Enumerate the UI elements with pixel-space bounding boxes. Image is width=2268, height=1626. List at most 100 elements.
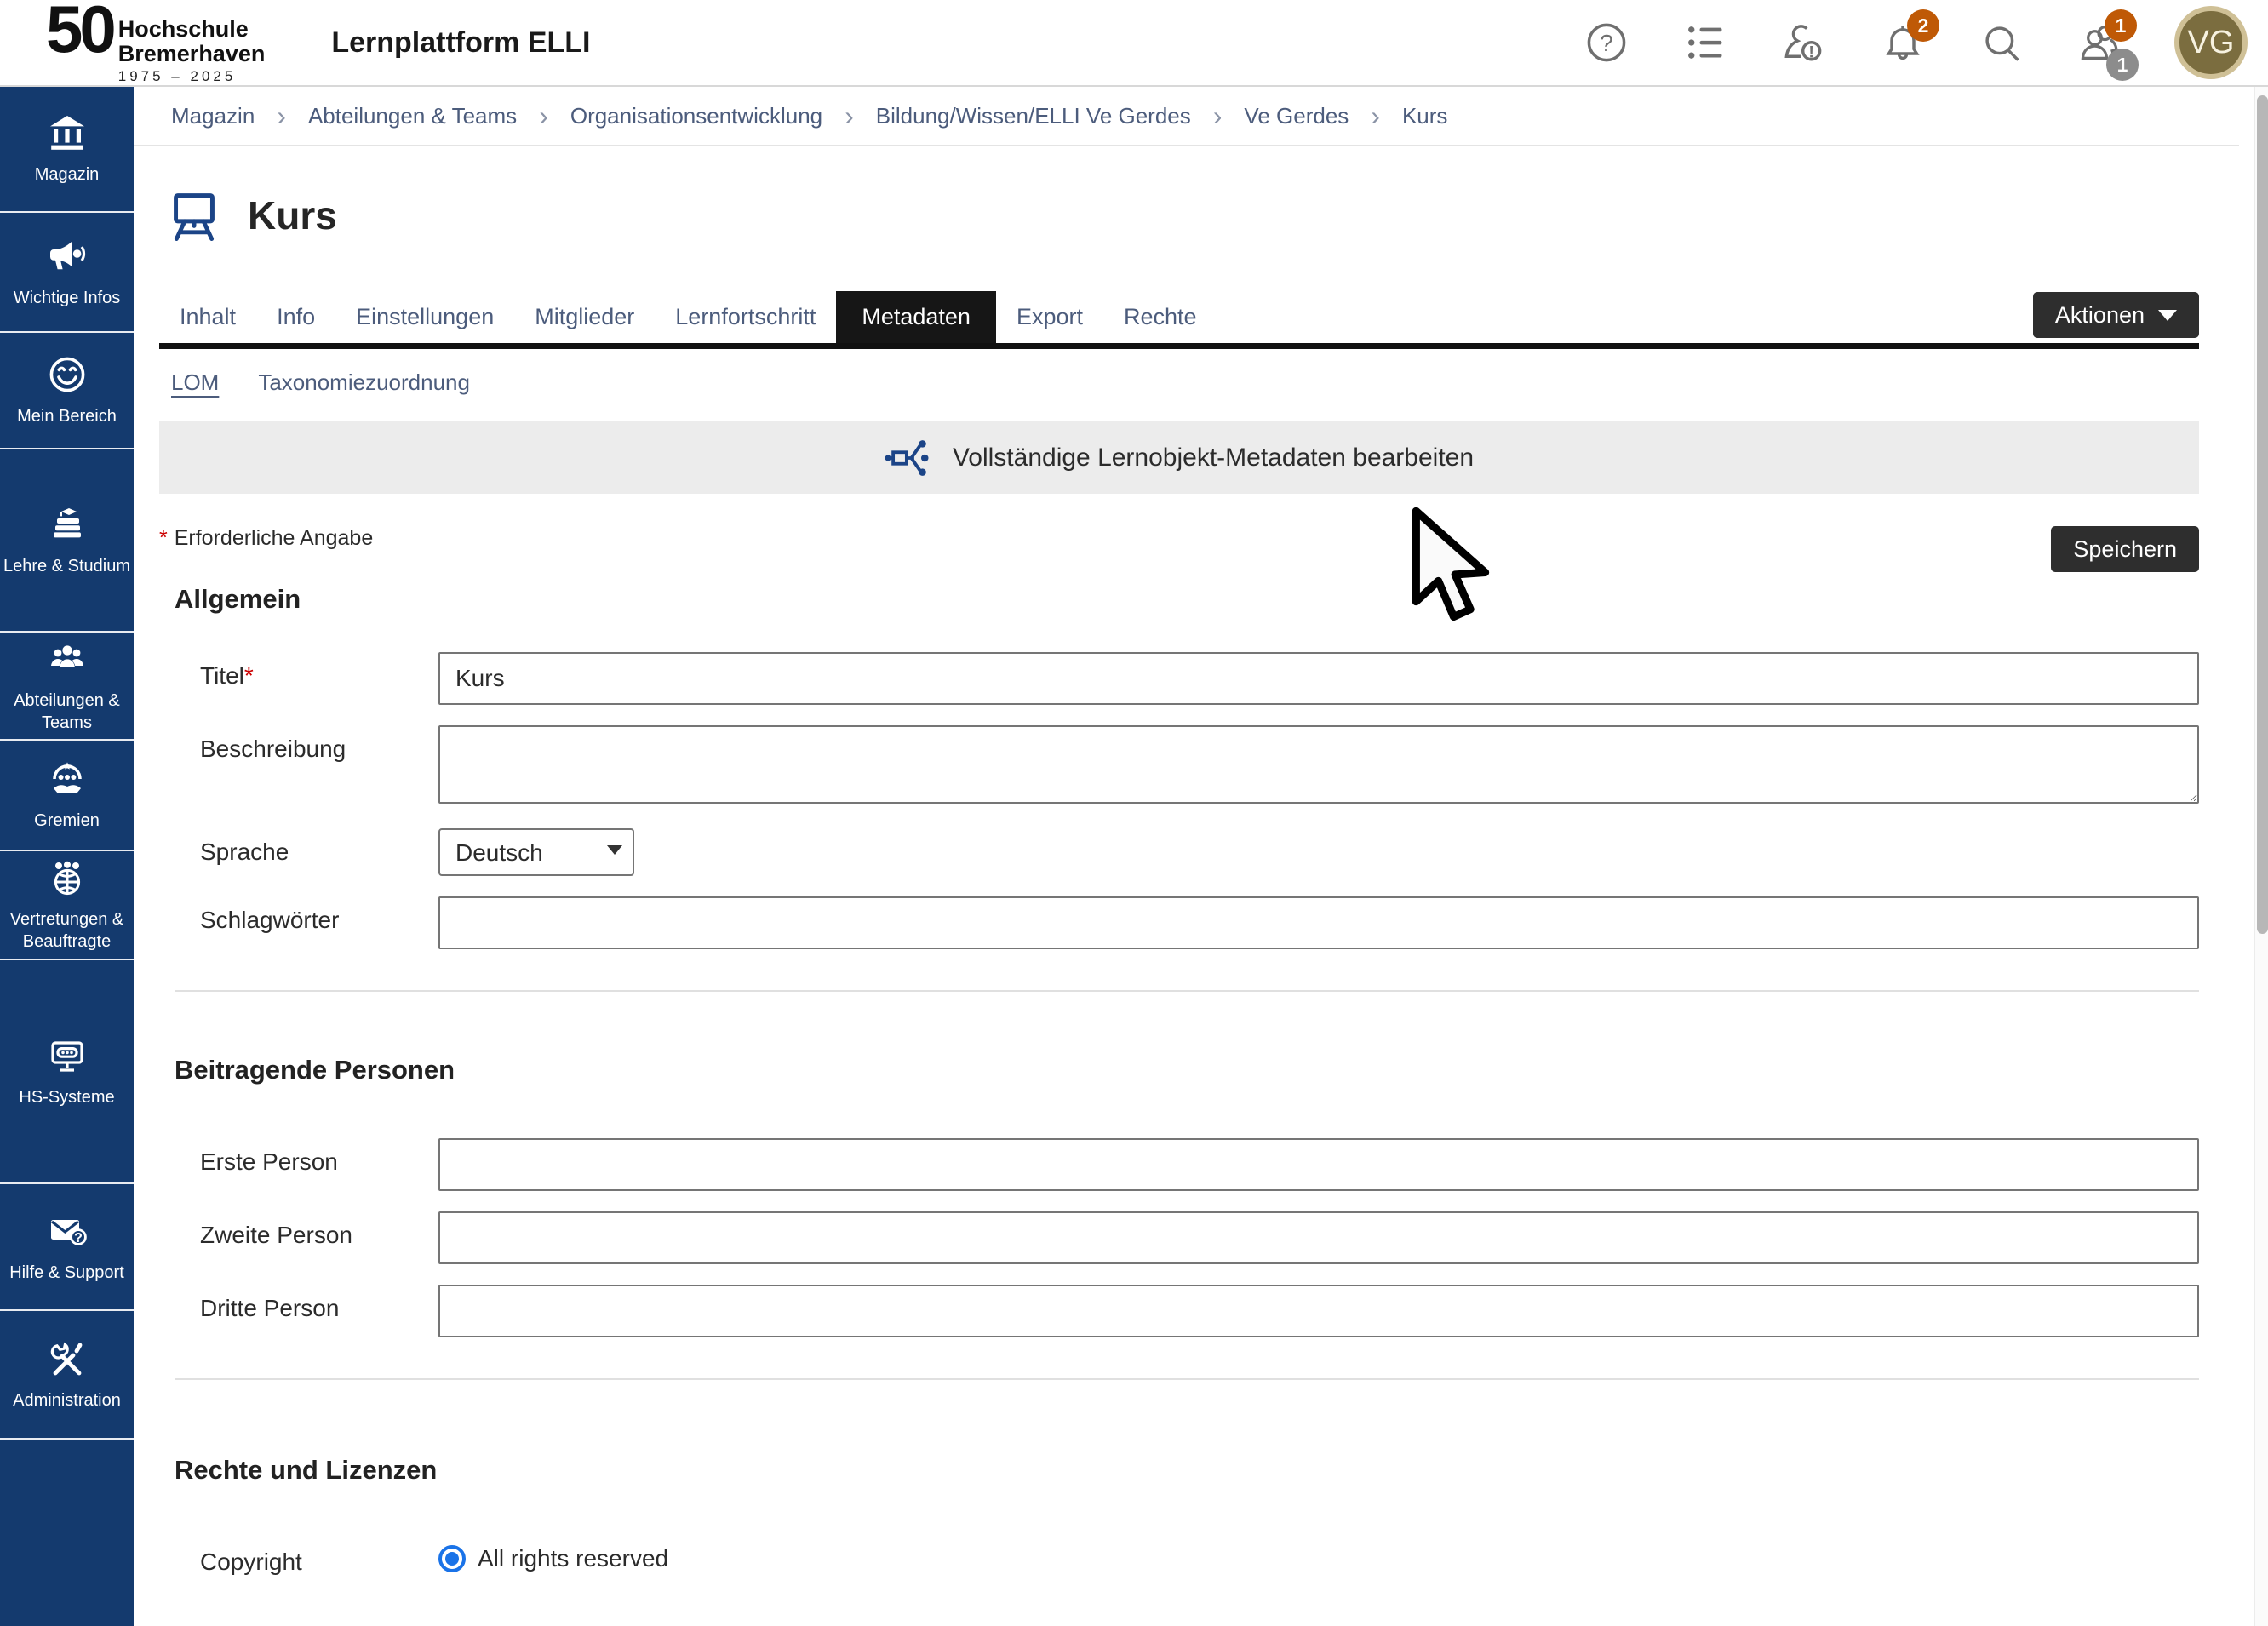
banner-label: Vollständige Lernobjekt-Metadaten bearbe… [953,444,1474,472]
top-header: 50 Hochschule Bremerhaven 1975 – 2025 Le… [0,0,2268,87]
titel-label: Titel* [200,652,438,690]
breadcrumb-abteilungen[interactable]: Abteilungen & Teams [308,103,517,129]
sidebar-item-mein-bereich[interactable]: Mein Bereich [0,333,134,449]
sidebar-item-administration[interactable]: Administration [0,1311,134,1440]
zweite-person-label: Zweite Person [200,1211,438,1249]
breadcrumb-bildung-wissen[interactable]: Bildung/Wissen/ELLI Ve Gerdes [876,103,1191,129]
chevron-right-icon: › [1213,100,1223,132]
sidebar-item-hilfe-support[interactable]: ? Hilfe & Support [0,1184,134,1311]
breadcrumb-ve-gerdes[interactable]: Ve Gerdes [1244,103,1349,129]
field-row-zweite-person: Zweite Person [159,1211,2199,1264]
required-hint: *Erforderliche Angabe [159,526,373,551]
logo-years: 1975 – 2025 [118,68,266,85]
globe-people-icon [47,857,88,898]
svg-text:!: ! [1808,43,1814,61]
section-divider [175,1378,2199,1380]
required-save-row: *Erforderliche Angabe Speichern [159,526,2199,572]
actions-button[interactable]: Aktionen [2033,292,2199,338]
tab-einstellungen[interactable]: Einstellungen [335,291,514,343]
subtab-taxonomiezuordnung[interactable]: Taxonomiezuordnung [258,369,470,396]
contacts-badge-top: 1 [2105,9,2137,42]
sidebar-item-magazin[interactable]: Magazin [0,87,134,213]
chevron-down-icon [2158,310,2177,321]
tab-export[interactable]: Export [996,291,1103,343]
beschreibung-textarea[interactable] [438,725,2199,804]
bell-icon[interactable]: 2 [1878,18,1927,67]
logo-line1: Hochschule [118,17,266,41]
books-icon [47,504,88,545]
tab-rechte[interactable]: Rechte [1103,291,1217,343]
breadcrumb-organisationsentwicklung[interactable]: Organisationsentwicklung [570,103,822,129]
metadata-form: Titel* Beschreibung Sprache Deutsch [159,652,2199,1576]
field-row-erste-person: Erste Person [159,1138,2199,1191]
help-icon[interactable]: ? [1582,18,1631,67]
user-alert-icon[interactable]: ! [1779,18,1829,67]
tab-metadaten[interactable]: Metadaten [836,291,996,343]
zweite-person-input[interactable] [438,1211,2199,1264]
tab-mitglieder[interactable]: Mitglieder [514,291,655,343]
copyright-radio[interactable] [438,1545,466,1572]
erste-person-input[interactable] [438,1138,2199,1191]
field-row-copyright: Copyright All rights reserved [159,1538,2199,1576]
section-heading-beitragende: Beitragende Personen [175,1055,2199,1085]
sidebar-item-vertretungen[interactable]: Vertretungen & Beauftragte [0,851,134,960]
breadcrumb-kurs[interactable]: Kurs [1402,103,1447,129]
chevron-right-icon: › [845,100,854,132]
monitor-icon [47,1035,88,1076]
save-button[interactable]: Speichern [2051,526,2199,572]
menu-list-icon[interactable] [1681,18,1730,67]
app-title: Lernplattform ELLI [331,26,590,60]
svg-text:?: ? [74,1231,83,1245]
sidebar-item-wichtige-infos[interactable]: Wichtige Infos [0,213,134,333]
sprache-select[interactable]: Deutsch [438,828,634,876]
field-row-sprache: Sprache Deutsch [159,828,2199,876]
required-asterisk: * [159,526,168,550]
scrollbar-thumb[interactable] [2257,95,2268,934]
schlagwoerter-input[interactable] [438,896,2199,949]
avatar[interactable]: VG [2174,6,2248,79]
tab-bar: Inhalt Info Einstellungen Mitglieder Ler… [159,291,2199,349]
search-icon[interactable] [1977,18,2026,67]
section-heading-allgemein: Allgemein [175,584,2199,615]
copyright-label: Copyright [200,1538,438,1576]
subtab-lom[interactable]: LOM [171,369,219,396]
smiley-icon [47,354,88,395]
required-asterisk: * [244,662,254,689]
header-toolbar: ? ! 2 [1582,6,2268,79]
vertical-scrollbar[interactable] [2254,87,2268,1626]
sidebar-item-hs-systeme[interactable]: HS-Systeme [0,960,134,1184]
copyright-option-label: All rights reserved [478,1545,668,1572]
chevron-right-icon: › [277,100,286,132]
assembly-icon [47,759,88,799]
contacts-badge-bottom: 1 [2106,49,2139,81]
sidebar-item-abteilungen-teams[interactable]: Abteilungen & Teams [0,633,134,741]
svg-text:?: ? [1600,30,1613,56]
beschreibung-label: Beschreibung [200,725,438,763]
breadcrumb-magazin[interactable]: Magazin [171,103,255,129]
breadcrumb: Magazin › Abteilungen & Teams › Organisa… [134,87,2239,146]
schlagwoerter-label: Schlagwörter [200,896,438,934]
field-row-titel: Titel* [159,652,2199,705]
field-row-beschreibung: Beschreibung [159,725,2199,808]
field-row-schlagwoerter: Schlagwörter [159,896,2199,949]
titel-input[interactable] [438,652,2199,705]
main-sidebar: Magazin Wichtige Infos Mein Bereich Lehr… [0,87,134,1626]
university-logo[interactable]: 50 Hochschule Bremerhaven 1975 – 2025 [46,0,265,84]
section-heading-rechte: Rechte und Lizenzen [175,1455,2199,1486]
sidebar-item-lehre-studium[interactable]: Lehre & Studium [0,449,134,633]
share-nodes-icon [885,435,931,481]
tab-lernfortschritt[interactable]: Lernfortschritt [655,291,836,343]
subtab-bar: LOM Taxonomiezuordnung [171,369,2199,396]
contacts-icon[interactable]: 1 1 [2076,18,2125,67]
tab-inhalt[interactable]: Inhalt [159,291,256,343]
bank-icon [47,112,88,153]
edit-full-metadata-banner[interactable]: Vollständige Lernobjekt-Metadaten bearbe… [159,421,2199,494]
people-group-icon [47,638,88,679]
chevron-right-icon: › [1371,100,1380,132]
tab-info[interactable]: Info [256,291,335,343]
page-title-row: Kurs [159,187,2199,243]
section-divider [175,990,2199,992]
field-row-dritte-person: Dritte Person [159,1285,2199,1337]
dritte-person-input[interactable] [438,1285,2199,1337]
sidebar-item-gremien[interactable]: Gremien [0,741,134,851]
